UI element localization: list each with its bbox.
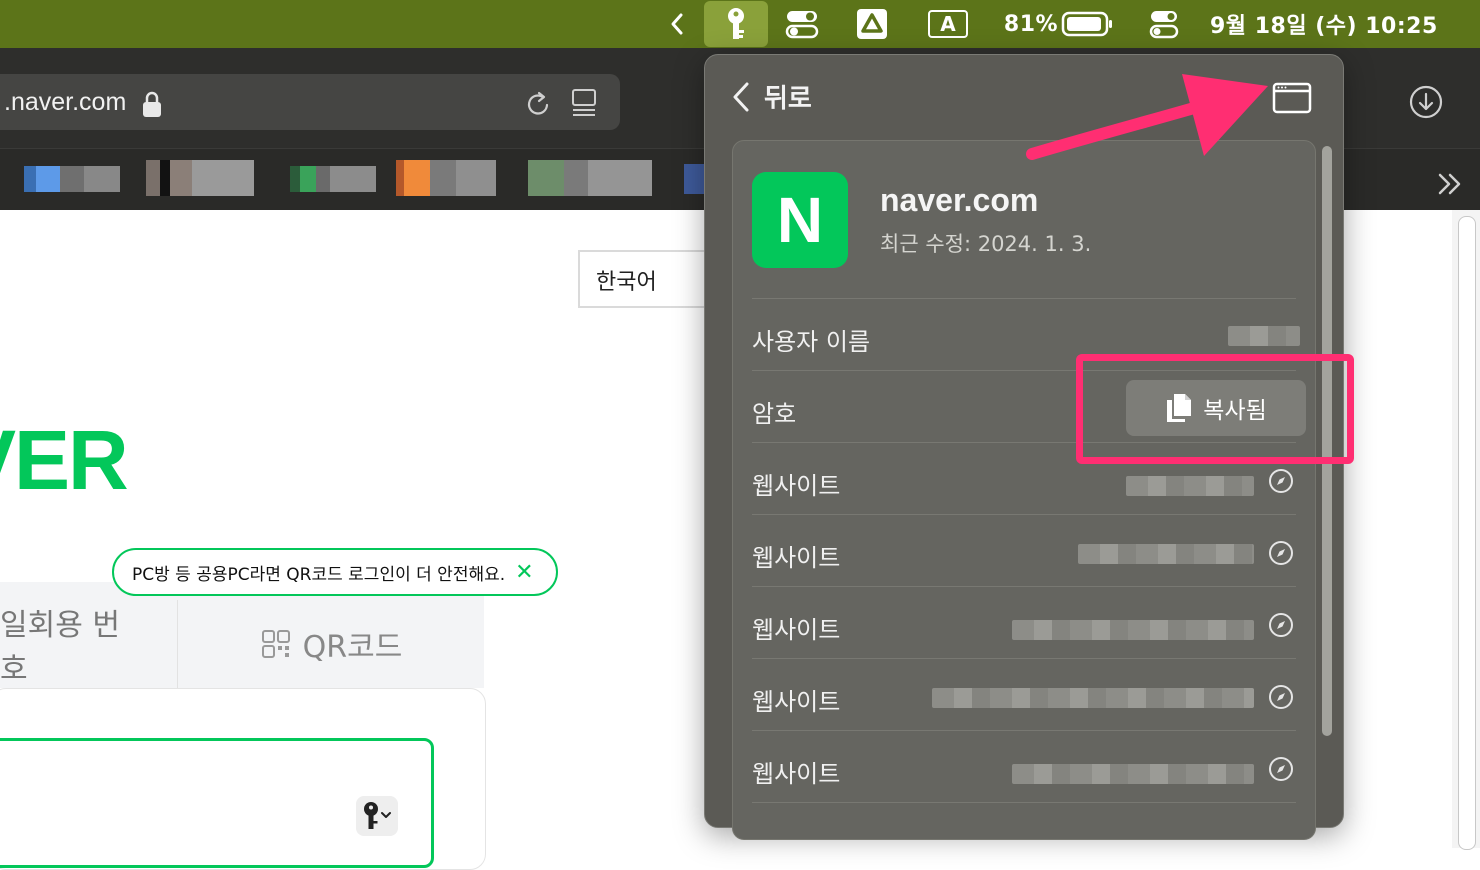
last-modified-date: 최근 수정: 2024. 1. 3. xyxy=(880,232,1092,256)
qr-login-tooltip: PC방 등 공용PC라면 QR코드 로그인이 더 안전해요. ✕ xyxy=(112,548,558,596)
bookmark-item[interactable] xyxy=(290,166,376,192)
website-value-redacted[interactable] xyxy=(1012,620,1254,640)
window-icon xyxy=(1272,82,1312,114)
passwords-menu-extra[interactable] xyxy=(704,1,768,47)
naver-logo: VER xyxy=(0,413,129,507)
highlight-box xyxy=(1076,354,1354,464)
tab-onetime-label: 일회용 번호 xyxy=(0,608,120,687)
site-icon-letter: N xyxy=(776,184,824,256)
key-icon xyxy=(364,802,391,829)
chevron-left-icon[interactable] xyxy=(664,0,690,48)
username-value-redacted[interactable] xyxy=(1228,326,1300,346)
website-label: 웹사이트 xyxy=(752,688,841,716)
website-value-redacted[interactable] xyxy=(932,688,1254,708)
chevron-left-icon xyxy=(733,82,749,111)
row-divider xyxy=(752,298,1296,299)
open-in-window-button[interactable] xyxy=(1272,82,1312,118)
tab-qr-code[interactable]: QR코드 xyxy=(179,600,484,688)
menu-bar-clock[interactable]: 9월 18일 (수) 10:25 xyxy=(1210,0,1450,48)
battery-percent: 81% xyxy=(1003,11,1059,37)
key-icon xyxy=(728,8,744,39)
back-label: 뒤로 xyxy=(764,84,812,114)
reload-icon[interactable] xyxy=(526,90,552,122)
qr-tooltip-text: PC방 등 공용PC라면 QR코드 로그인이 더 안전해요. xyxy=(132,564,506,585)
row-divider xyxy=(752,658,1296,659)
site-name: naver.com xyxy=(880,182,1039,218)
naver-site-icon: N xyxy=(752,172,848,268)
battery-icon[interactable] xyxy=(1060,0,1114,48)
bookmark-item[interactable] xyxy=(24,166,120,192)
bookmark-item[interactable] xyxy=(684,164,704,194)
row-divider xyxy=(752,514,1296,515)
row-divider xyxy=(752,730,1296,731)
password-label: 암호 xyxy=(752,400,797,428)
annotation-arrow xyxy=(1020,66,1270,170)
tab-qr-label: QR코드 xyxy=(302,630,403,665)
bookmark-item[interactable] xyxy=(528,160,652,196)
compass-icon[interactable] xyxy=(1268,468,1294,494)
website-label: 웹사이트 xyxy=(752,760,841,788)
compass-icon[interactable] xyxy=(1268,612,1294,638)
website-value-redacted[interactable] xyxy=(1126,476,1254,496)
input-source-indicator[interactable]: A xyxy=(926,0,970,48)
tab-onetime-number[interactable]: 일회용 번호 xyxy=(0,600,178,688)
website-label: 웹사이트 xyxy=(752,544,841,572)
website-value-redacted[interactable] xyxy=(1012,764,1254,784)
drive-icon[interactable] xyxy=(852,0,892,48)
bookmark-item[interactable] xyxy=(146,160,254,196)
bookmark-item[interactable] xyxy=(396,160,496,196)
website-value-redacted[interactable] xyxy=(1078,544,1254,564)
control-center-toggle-icon[interactable] xyxy=(782,0,822,48)
compass-icon[interactable] xyxy=(1268,756,1294,782)
input-source-label: A xyxy=(928,10,968,38)
page-scrollbar-thumb[interactable] xyxy=(1458,216,1476,850)
lock-icon xyxy=(142,90,162,122)
website-label: 웹사이트 xyxy=(752,472,841,500)
control-center-icon[interactable] xyxy=(1146,0,1182,48)
row-divider xyxy=(752,586,1296,587)
language-select[interactable]: 한국어 xyxy=(578,250,718,308)
compass-icon[interactable] xyxy=(1268,684,1294,710)
tooltip-close-button[interactable]: ✕ xyxy=(515,560,533,585)
bookmarks-overflow-icon[interactable] xyxy=(1436,172,1464,200)
username-label: 사용자 이름 xyxy=(752,328,871,356)
row-divider xyxy=(752,802,1296,803)
downloads-icon[interactable] xyxy=(1408,84,1444,124)
qr-code-icon xyxy=(261,630,290,658)
url-text[interactable]: .naver.com xyxy=(4,88,126,117)
reader-view-icon[interactable] xyxy=(570,88,598,122)
password-autofill-button[interactable] xyxy=(356,796,398,836)
compass-icon[interactable] xyxy=(1268,540,1294,566)
website-label: 웹사이트 xyxy=(752,616,841,644)
menu-bar: A 81% 9월 18일 (수) 10:25 xyxy=(0,0,1480,48)
back-button[interactable]: 뒤로 xyxy=(732,78,812,115)
